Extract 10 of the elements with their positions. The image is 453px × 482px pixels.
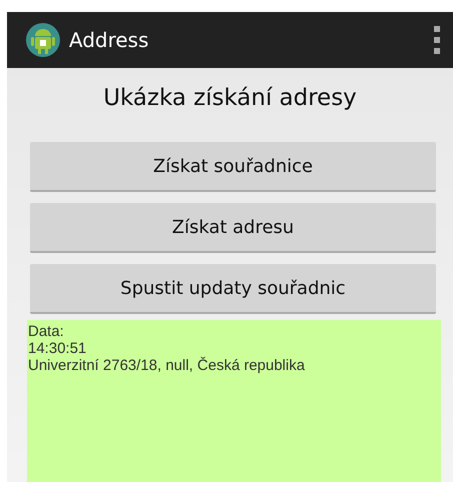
output-text: 14:30:51 <box>28 340 88 357</box>
output-text: Data: <box>28 323 65 340</box>
app-title: Address <box>69 28 150 52</box>
action-button[interactable]: Získat souřadnice <box>30 142 436 192</box>
overflow-menu-icon[interactable] <box>433 26 441 54</box>
action-button[interactable]: Spustit updaty souřadnic <box>30 264 436 314</box>
android-robot-icon[interactable] <box>25 22 61 58</box>
output-text: Univerzitní 2763/18, null, Česká republika <box>28 357 306 374</box>
action-button[interactable]: Získat adresu <box>30 203 436 253</box>
page-heading: Ukázka získání adresy <box>103 85 357 111</box>
